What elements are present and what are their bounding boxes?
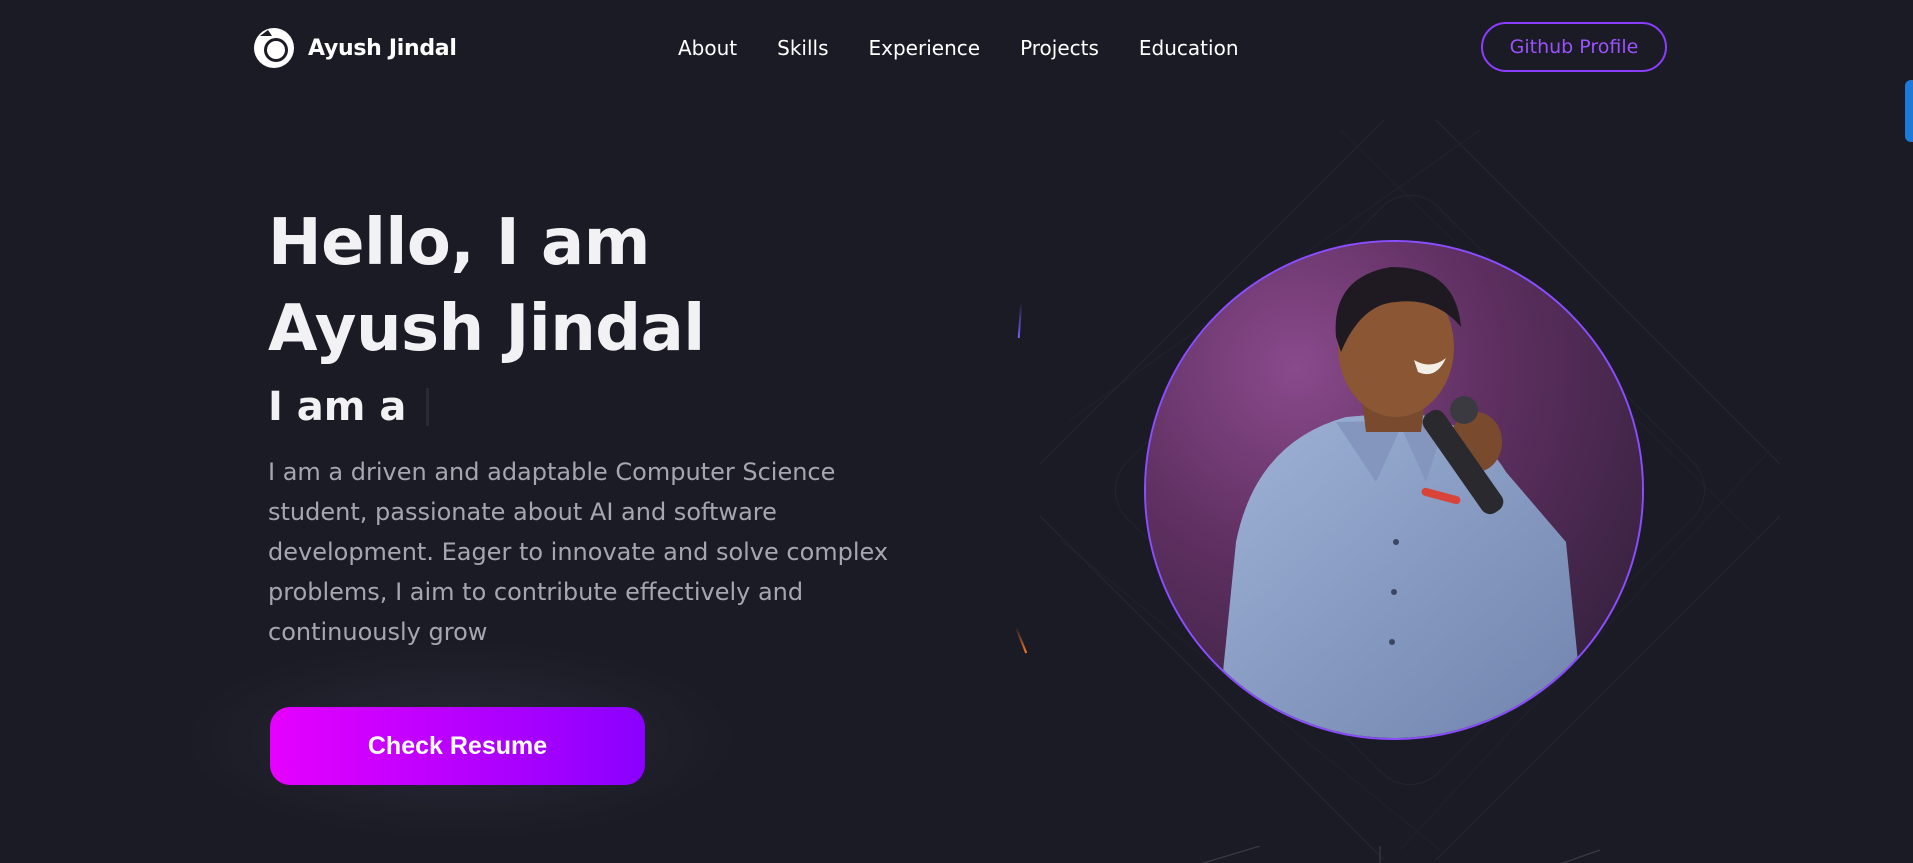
nav-link-education[interactable]: Education (1139, 36, 1239, 60)
logo-ring-icon (252, 26, 296, 70)
profile-photo (1144, 240, 1644, 740)
profile-photo-illustration (1146, 242, 1642, 738)
nav-link-skills[interactable]: Skills (777, 36, 828, 60)
page: Ayush Jindal About Skills Experience Pro… (0, 0, 1913, 863)
typing-cursor (426, 388, 430, 426)
nav-link-about[interactable]: About (678, 36, 737, 60)
hero-description: I am a driven and adaptable Computer Sci… (268, 458, 889, 646)
typed-prefix: I am a (268, 384, 407, 430)
top-navbar: Ayush Jindal About Skills Experience Pro… (0, 0, 1913, 98)
nav-link-projects[interactable]: Projects (1020, 36, 1099, 60)
nav-link-experience[interactable]: Experience (869, 36, 981, 60)
brand-logo-link[interactable]: Ayush Jindal (252, 26, 457, 70)
decorative-streak (1014, 626, 1028, 654)
hero-greeting: Hello, I am (268, 206, 650, 280)
brand-name: Ayush Jindal (308, 35, 457, 61)
hero-name: Ayush Jindal (268, 292, 705, 366)
hero-title: Hello, I am Ayush Jindal (268, 200, 705, 372)
side-scroll-tab[interactable] (1905, 80, 1913, 142)
nav-links: About Skills Experience Projects Educati… (678, 36, 1239, 60)
github-profile-button[interactable]: Github Profile (1481, 22, 1667, 72)
decorative-bottom-lines (1201, 846, 1601, 863)
typed-role-line: I am a (268, 384, 430, 430)
check-resume-button[interactable]: Check Resume (270, 707, 645, 785)
decorative-streak (1017, 301, 1023, 339)
